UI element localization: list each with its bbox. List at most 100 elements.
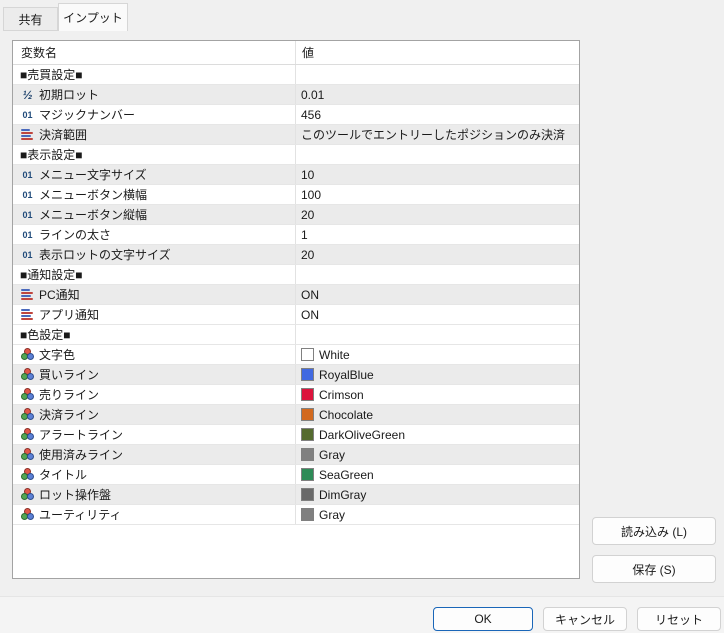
parameter-value[interactable]: White [296,345,579,364]
parameter-value[interactable]: 10 [296,165,579,184]
parameter-name: 決済範囲 [13,125,296,144]
section-row: ■表示設定■ [13,145,579,165]
tab-common[interactable]: 共有 [3,7,58,31]
parameter-name-label: ■表示設定■ [20,148,83,162]
section-row: ■色設定■ [13,325,579,345]
parameter-row: 買いライン RoyalBlue [13,365,579,385]
parameter-value-label: Gray [319,507,346,522]
parameter-name-label: 決済範囲 [39,128,88,142]
parameter-name-label: ■色設定■ [20,328,71,342]
parameter-name-label: 文字色 [39,348,76,362]
parameter-value-label: 20 [301,247,315,262]
table-header-row: 変数名 値 [13,41,579,65]
tab-inputs-label: インプット [63,11,123,25]
parameter-row: 01 ラインの太さ 1 [13,225,579,245]
parameter-value-label: DarkOliveGreen [319,427,406,442]
load-button[interactable]: 読み込み (L) [592,517,716,545]
parameter-value[interactable]: SeaGreen [296,465,579,484]
reset-button[interactable]: リセット [637,607,721,631]
section-value-cell [296,145,579,164]
enum-type-icon [19,309,36,320]
parameter-name-label: ■通知設定■ [20,268,83,282]
parameter-row: 01 メニューボタン縦幅 20 [13,205,579,225]
parameter-name-label: ロット操作盤 [39,488,112,502]
integer-type-icon: 01 [22,189,33,200]
parameter-name: アラートライン [13,425,296,444]
parameter-name: 文字色 [13,345,296,364]
column-header-value: 値 [302,46,315,60]
parameter-row: 使用済みライン Gray [13,445,579,465]
parameter-row: ½ 初期ロット 0.01 [13,85,579,105]
parameter-value[interactable]: ON [296,305,579,324]
parameter-name-label: アプリ通知 [39,308,100,322]
parameter-name-label: 表示ロットの文字サイズ [39,248,171,262]
double-type-icon: ½ [22,87,33,102]
color-type-icon [19,348,36,361]
parameter-name-label: ユーティリティ [39,508,122,522]
parameter-row: PC通知 ON [13,285,579,305]
parameter-name: 決済ライン [13,405,296,424]
parameter-value[interactable]: ON [296,285,579,304]
parameter-value[interactable]: Crimson [296,385,579,404]
parameter-value[interactable]: 456 [296,105,579,124]
parameter-row: 01 表示ロットの文字サイズ 20 [13,245,579,265]
integer-type-icon: 01 [22,209,33,220]
ok-button[interactable]: OK [433,607,533,631]
cancel-button[interactable]: キャンセル [543,607,627,631]
parameter-value[interactable]: このツールでエントリーしたポジションのみ決済 [296,125,579,144]
parameter-name-label: メニューボタン横幅 [39,188,148,202]
parameter-value-label: Crimson [319,387,364,402]
parameter-name-label: ラインの太さ [39,228,112,242]
parameter-value-label: Chocolate [319,407,374,422]
parameter-name: タイトル [13,465,296,484]
integer-type-icon: 01 [22,249,33,260]
parameter-name-label: 使用済みライン [39,448,124,462]
parameter-name: アプリ通知 [13,305,296,324]
section-value-cell [296,265,579,284]
parameter-value-label: Gray [319,447,346,462]
parameter-value[interactable]: DarkOliveGreen [296,425,579,444]
parameter-name-label: メニュー文字サイズ [39,168,147,182]
parameter-value[interactable]: 20 [296,205,579,224]
color-swatch [301,448,314,461]
color-type-icon [19,408,36,421]
color-swatch [301,388,314,401]
parameter-value[interactable]: 1 [296,225,579,244]
parameter-value[interactable]: 100 [296,185,579,204]
section-value-cell [296,65,579,84]
parameter-name: 01 マジックナンバー [13,105,296,124]
parameter-value[interactable]: Chocolate [296,405,579,424]
parameter-name-label: アラートライン [39,428,124,442]
parameter-name-label: ■売買設定■ [20,68,83,82]
parameter-name-label: 決済ライン [39,408,100,422]
save-button[interactable]: 保存 (S) [592,555,716,583]
section-title: ■通知設定■ [13,265,296,284]
parameter-row: ユーティリティ Gray [13,505,579,525]
parameter-name: ½ 初期ロット [13,85,296,104]
color-swatch [301,348,314,361]
parameter-value[interactable]: 20 [296,245,579,264]
parameter-value[interactable]: 0.01 [296,85,579,104]
parameter-name: 01 メニューボタン縦幅 [13,205,296,224]
section-row: ■売買設定■ [13,65,579,85]
color-swatch [301,508,314,521]
color-type-icon [19,448,36,461]
parameter-name-label: 初期ロット [39,88,100,102]
color-swatch [301,468,314,481]
parameter-value[interactable]: DimGray [296,485,579,504]
parameter-value[interactable]: Gray [296,445,579,464]
section-value-cell [296,325,579,344]
integer-type-icon: 01 [22,229,33,240]
enum-type-icon [19,289,36,300]
parameter-name: 01 表示ロットの文字サイズ [13,245,296,264]
color-type-icon [19,468,36,481]
color-type-icon [19,368,36,381]
parameter-value[interactable]: Gray [296,505,579,524]
parameter-name: 買いライン [13,365,296,384]
parameter-value-label: 100 [301,187,322,202]
parameter-value-label: ON [301,287,319,302]
tab-inputs[interactable]: インプット [58,3,128,31]
parameter-value-label: 20 [301,207,315,222]
tab-common-label: 共有 [18,12,43,27]
parameter-value[interactable]: RoyalBlue [296,365,579,384]
